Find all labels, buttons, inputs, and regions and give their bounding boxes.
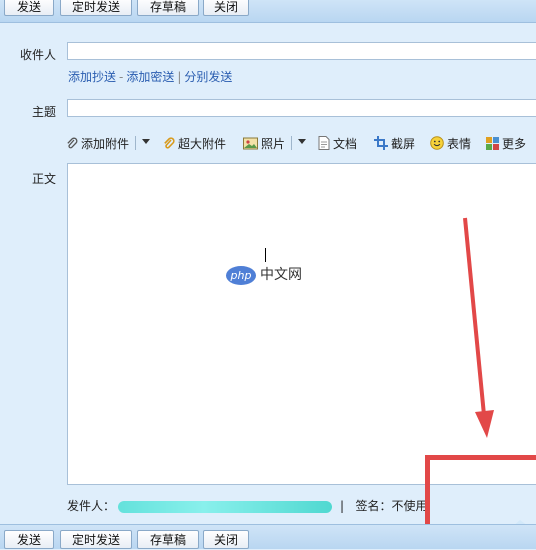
annotation-highlight-box bbox=[425, 455, 536, 525]
send-button-bottom[interactable]: 发送 bbox=[4, 530, 54, 549]
annotation-arrow-shaft bbox=[463, 217, 486, 416]
close-button-bottom[interactable]: 关闭 bbox=[203, 530, 249, 549]
annotation-arrow-head bbox=[475, 410, 494, 438]
bottom-toolbar: 发送 定时发送 存草稿 关闭 bbox=[0, 524, 536, 549]
save-draft-button-bottom[interactable]: 存草稿 bbox=[137, 530, 199, 549]
scheduled-send-button-bottom[interactable]: 定时发送 bbox=[60, 530, 132, 549]
